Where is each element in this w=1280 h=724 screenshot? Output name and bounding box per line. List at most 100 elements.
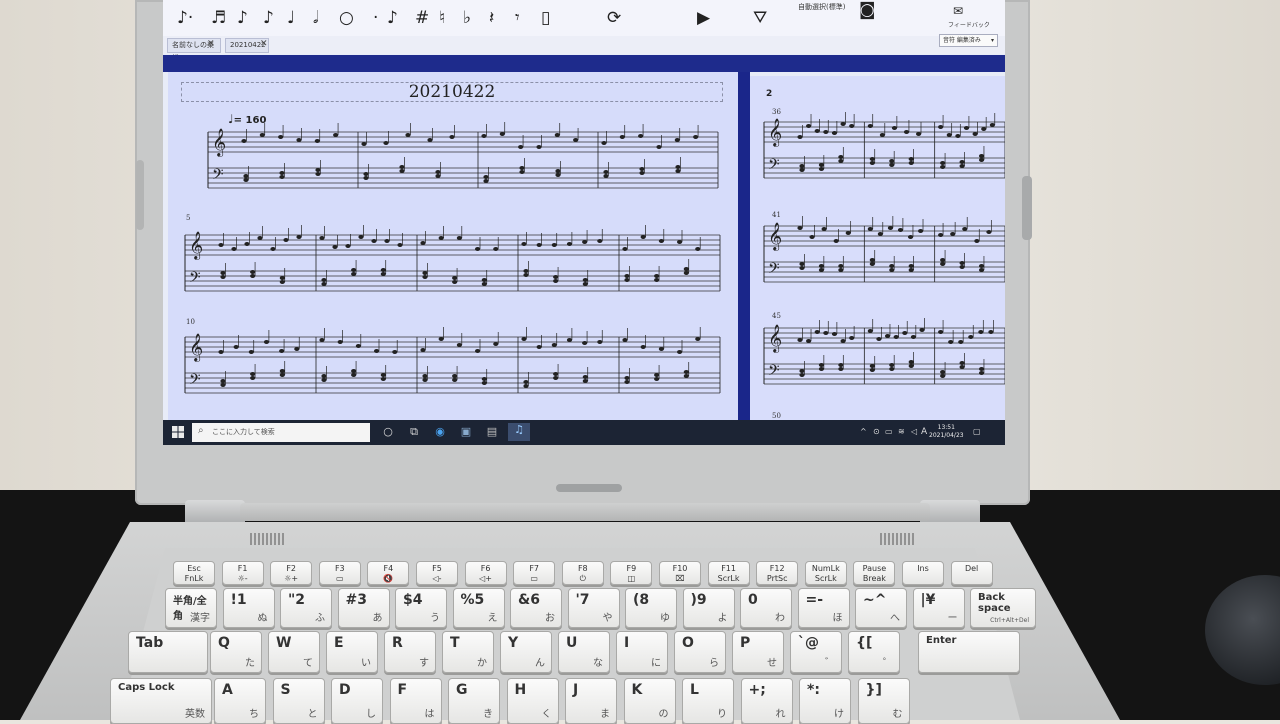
key-top-10[interactable]: Pせ bbox=[732, 631, 784, 673]
edge-browser-icon[interactable]: ◉ bbox=[433, 425, 447, 439]
treble-clef-icon: 𝄞 bbox=[212, 128, 226, 157]
key-num-5[interactable]: %5 え bbox=[452, 588, 505, 628]
camera-icon[interactable]: ◙ bbox=[859, 0, 876, 20]
chevron-up-icon[interactable]: ^ bbox=[860, 427, 867, 436]
battery-icon[interactable]: ▭ bbox=[885, 427, 893, 436]
key-top-3[interactable]: Eい bbox=[326, 631, 378, 673]
key-top-8[interactable]: Iに bbox=[616, 631, 668, 673]
key-home-5[interactable]: Gき bbox=[448, 678, 500, 724]
key-fn-9[interactable]: F9 ◫ bbox=[610, 561, 653, 585]
key-fn-6[interactable]: F6 ◁+ bbox=[464, 561, 507, 585]
key-fn-4[interactable]: F4 🔇 bbox=[367, 561, 410, 585]
key-fn-11[interactable]: F11 ScrLk bbox=[707, 561, 750, 585]
key-caps-lock[interactable]: Caps Lock 英数 bbox=[110, 678, 212, 724]
natural-icon[interactable]: ♮ bbox=[439, 8, 445, 28]
key-num-3[interactable]: #3 あ bbox=[337, 588, 390, 628]
key-fn-14[interactable]: Pause Break bbox=[853, 561, 896, 585]
mail-icon[interactable]: ✉ bbox=[953, 4, 963, 18]
sixteenth-note-icon[interactable]: ♬ bbox=[211, 8, 226, 28]
key-home-6[interactable]: Hく bbox=[506, 678, 559, 724]
key-fn-7[interactable]: F7 ▭ bbox=[513, 561, 556, 585]
taskbar-clock[interactable]: 13:51 2021/04/23 bbox=[929, 424, 964, 440]
volume-icon[interactable]: ◁ bbox=[911, 427, 917, 436]
key-home-2[interactable]: Sと bbox=[272, 678, 325, 724]
key-num-4[interactable]: $4 う bbox=[395, 588, 447, 628]
loop-icon[interactable]: ⟳ bbox=[607, 8, 621, 28]
eighth-note-icon[interactable]: ♪ bbox=[237, 8, 248, 28]
whole-note-icon[interactable]: ○ bbox=[339, 8, 354, 28]
wifi-icon[interactable]: ≋ bbox=[898, 427, 905, 436]
cortana-icon[interactable]: ○ bbox=[381, 425, 395, 439]
mail-app-icon[interactable]: ▤ bbox=[485, 425, 499, 439]
windows-start-icon[interactable] bbox=[172, 426, 184, 438]
key-top-11[interactable]: `@ ゛ bbox=[790, 631, 842, 673]
key-fn-2[interactable]: F2 ☼+ bbox=[270, 561, 313, 585]
ime-indicator[interactable]: A bbox=[921, 427, 927, 437]
key-fn-12[interactable]: F12 PrtSc bbox=[756, 561, 799, 585]
taskbar-search-box[interactable]: ⌕ ここに入力して検索 bbox=[192, 423, 370, 442]
key-num-10[interactable]: 0わ bbox=[740, 588, 792, 628]
feedback-button[interactable]: フィードバック bbox=[948, 20, 990, 29]
key-fn-5[interactable]: F5 ◁- bbox=[416, 561, 458, 585]
close-icon[interactable]: ✕ bbox=[207, 39, 215, 49]
key-fn-3[interactable]: F3 ▭ bbox=[318, 561, 361, 585]
key-home-4[interactable]: Fは bbox=[389, 678, 442, 724]
key-num-11[interactable]: =- ほ bbox=[797, 588, 850, 628]
metronome-icon[interactable]: ⛛ bbox=[753, 8, 767, 28]
edit-mode-dropdown[interactable]: 音符 編集済み ▾ bbox=[939, 34, 998, 47]
key-fn-16[interactable]: Del bbox=[950, 561, 993, 585]
key-num-7[interactable]: '7 や bbox=[567, 588, 620, 628]
key-num-2[interactable]: "2 ふ bbox=[280, 588, 332, 628]
voice-icon[interactable]: 𝄽 bbox=[489, 8, 494, 28]
key-home-11[interactable]: *: け bbox=[799, 678, 851, 724]
key-home-3[interactable]: Dし bbox=[331, 678, 383, 724]
dot-icon[interactable]: · bbox=[373, 8, 378, 28]
play-icon[interactable]: ▶ bbox=[697, 8, 710, 28]
task-view-icon[interactable]: ⧉ bbox=[407, 425, 421, 439]
close-icon[interactable]: ✕ bbox=[260, 39, 268, 49]
key-home-1[interactable]: Aち bbox=[214, 678, 266, 724]
quarter-note-icon[interactable]: ♩ bbox=[287, 8, 295, 28]
key-fn-15[interactable]: Ins bbox=[902, 561, 944, 585]
key-top-5[interactable]: Tか bbox=[442, 631, 494, 673]
key-home-8[interactable]: Kの bbox=[623, 678, 676, 724]
key-num-13[interactable]: |¥ ー bbox=[912, 588, 965, 628]
flat-icon[interactable]: ♭ bbox=[463, 8, 471, 28]
key-top-6[interactable]: Yん bbox=[500, 631, 552, 673]
key-num-12[interactable]: ~^ へ bbox=[855, 588, 907, 628]
key-fn-13[interactable]: NumLk ScrLk bbox=[804, 561, 847, 585]
notification-icon[interactable]: ▢ bbox=[973, 427, 981, 436]
key-num-14[interactable]: Back space Ctrl+Alt+Del bbox=[970, 588, 1036, 628]
note-input-icon[interactable]: ♪· bbox=[177, 8, 193, 28]
notation-app-taskbar-icon[interactable]: ♫ bbox=[508, 423, 530, 441]
key-num-9[interactable]: )9 よ bbox=[682, 588, 735, 628]
key-home-7[interactable]: Jま bbox=[565, 678, 617, 724]
key-fn-1[interactable]: F1 ☼- bbox=[221, 561, 264, 585]
store-icon[interactable]: ▣ bbox=[459, 425, 473, 439]
key-fn-8[interactable]: F8 ⏻ bbox=[561, 561, 604, 585]
tie-icon[interactable]: ♪ bbox=[387, 8, 398, 28]
key-top-2[interactable]: Wて bbox=[268, 631, 320, 673]
key-top-4[interactable]: Rす bbox=[384, 631, 436, 673]
tuplet-icon[interactable]: ▯ bbox=[541, 8, 550, 28]
rest-icon[interactable]: 𝄾 bbox=[515, 8, 520, 28]
half-note-icon[interactable]: 𝅗𝅥 bbox=[313, 8, 318, 28]
key-home-12[interactable]: }] む bbox=[857, 678, 910, 724]
key-top-1[interactable]: Qた bbox=[210, 631, 262, 673]
key-enter[interactable]: Enter bbox=[918, 631, 1020, 673]
key-num-6[interactable]: &6 お bbox=[510, 588, 562, 628]
key-top-9[interactable]: Oら bbox=[674, 631, 726, 673]
sharp-icon[interactable]: # bbox=[415, 8, 429, 28]
network-icon[interactable]: ⊙ bbox=[873, 427, 880, 436]
key-top-7[interactable]: Uな bbox=[558, 631, 610, 673]
key-num-8[interactable]: (8 ゆ bbox=[625, 588, 677, 628]
key-fn-0[interactable]: Esc FnLk bbox=[173, 561, 215, 585]
eighth-note-alt-icon[interactable]: ♪ bbox=[263, 8, 274, 28]
key-home-9[interactable]: Lり bbox=[682, 678, 734, 724]
key-fn-10[interactable]: F10 ⌧ bbox=[659, 561, 701, 585]
key-top-12[interactable]: {[゜ bbox=[848, 631, 900, 673]
key-num-0[interactable]: 半角/全角 漢字 bbox=[165, 588, 217, 628]
key-tab[interactable]: Tab bbox=[128, 631, 208, 673]
key-home-10[interactable]: +; れ bbox=[740, 678, 793, 724]
key-num-1[interactable]: !1 ぬ bbox=[222, 588, 275, 628]
